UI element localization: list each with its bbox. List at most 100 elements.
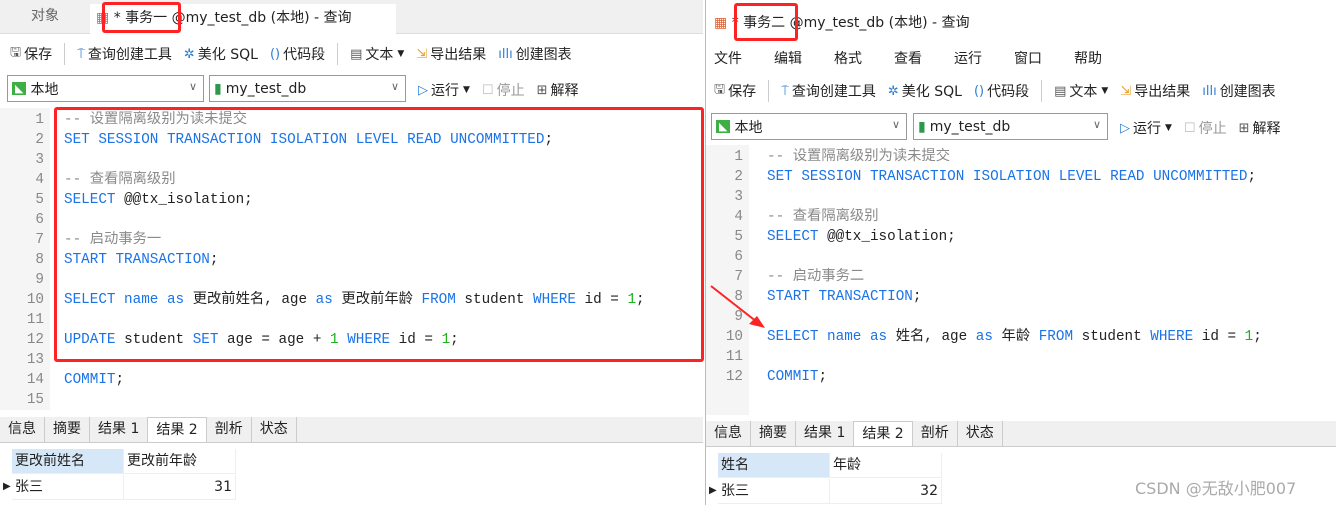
code-line: SET SESSION TRANSACTION ISOLATION LEVEL …: [767, 167, 1256, 187]
table-cell[interactable]: 31: [124, 475, 236, 500]
sql-text: ;: [1253, 329, 1262, 345]
snippet-button[interactable]: () 代码段: [968, 81, 1035, 101]
line-number: 11: [725, 349, 743, 365]
line-number: 6: [35, 212, 44, 228]
beautify-sql-button[interactable]: ✲ 美化 SQL: [882, 81, 968, 101]
menu-item[interactable]: 文件: [706, 48, 766, 72]
query-builder-button[interactable]: ⍑ 查询创建工具: [775, 81, 882, 101]
code-line: COMMIT;: [64, 370, 124, 390]
menu-item[interactable]: 格式: [826, 48, 886, 72]
label: 停止: [1198, 121, 1227, 137]
save-button[interactable]: 🖫 保存: [4, 43, 58, 65]
query-builder-button[interactable]: ⍑ 查询创建工具: [71, 44, 178, 64]
create-chart-button[interactable]: ıllı 创建图表: [1196, 81, 1281, 101]
label: 查询创建工具: [791, 84, 876, 100]
menu-item[interactable]: 帮助: [1066, 48, 1126, 72]
menu-item[interactable]: 编辑: [766, 48, 826, 72]
stop-button[interactable]: ☐ 停止: [476, 80, 531, 100]
snippet-button[interactable]: () 代码段: [264, 44, 331, 64]
export-button[interactable]: ⇲ 导出结果: [1114, 81, 1196, 101]
result-tabs: 信息 摘要 结果 1 结果 2 剖析 状态: [0, 417, 703, 443]
text-button[interactable]: ▤ 文本 ▼: [344, 44, 410, 64]
caret-down-icon: ▼: [1165, 123, 1172, 133]
beautify-sql-button[interactable]: ✲ 美化 SQL: [178, 44, 264, 64]
export-button[interactable]: ⇲ 导出结果: [410, 44, 492, 64]
column-header[interactable]: 年龄: [830, 453, 942, 478]
explain-button[interactable]: ⊞ 解释: [1233, 118, 1287, 138]
line-number: 6: [734, 249, 743, 265]
result-tabs: 信息 摘要 结果 1 结果 2 剖析 状态: [706, 421, 1336, 447]
result-tab[interactable]: 信息: [706, 421, 751, 446]
highlight-box-title-1: [102, 2, 181, 33]
label: 保存: [728, 84, 757, 100]
sql-keyword: COMMIT: [64, 372, 116, 388]
result-tab[interactable]: 结果 2: [854, 421, 913, 446]
label: my_test_db: [225, 80, 307, 97]
explain-button[interactable]: ⊞ 解释: [531, 80, 585, 100]
menu-item[interactable]: 运行: [946, 48, 1006, 72]
menu-item[interactable]: 查看: [886, 48, 946, 72]
play-icon: ▷: [418, 82, 428, 98]
table-cell[interactable]: 32: [830, 479, 942, 504]
column-header[interactable]: 更改前姓名: [12, 449, 124, 474]
result-tab[interactable]: 摘要: [751, 421, 796, 446]
result-tab[interactable]: 剖析: [207, 417, 252, 442]
result-tab[interactable]: 信息: [0, 417, 45, 442]
database-icon: ▮: [918, 118, 926, 135]
result-tab[interactable]: 结果 1: [90, 417, 149, 442]
label: 创建图表: [1219, 84, 1276, 100]
save-button[interactable]: 🖫 保存: [708, 80, 762, 102]
label: 查询创建工具: [87, 47, 172, 63]
mysql-icon: ◣: [716, 120, 731, 133]
chart-icon: ıllı: [1202, 83, 1217, 99]
result-tab[interactable]: 摘要: [45, 417, 90, 442]
text-button[interactable]: ▤ 文本 ▼: [1048, 81, 1114, 101]
connection-select[interactable]: ◣ 本地 ∨: [711, 113, 907, 140]
label: 本地: [734, 119, 763, 136]
line-number: 12: [725, 369, 743, 385]
result-tab[interactable]: 剖析: [913, 421, 958, 446]
table-cell[interactable]: 张三: [12, 475, 124, 500]
export-icon: ⇲: [416, 46, 428, 62]
sql-number: 1: [1244, 329, 1254, 345]
sql-text: student: [1073, 329, 1151, 345]
label: 本地: [30, 81, 59, 98]
sql-editor[interactable]: 1 2 3 4 5 6 7 8 9 10 11 12 -- 设置隔离级别为读未提交 SET SESSION…: [706, 145, 1336, 415]
run-toolbar: ▷ 运行 ▼ ☐ 停止 ⊞ 解释: [412, 76, 584, 104]
sql-keyword: WHERE: [1150, 329, 1194, 345]
code-line: SELECT @@tx_isolation;: [767, 227, 956, 247]
chevron-down-icon: ∨: [188, 80, 197, 93]
result-tab[interactable]: 结果 2: [148, 417, 207, 442]
column-header[interactable]: 姓名: [718, 453, 830, 478]
menu-item[interactable]: 窗口: [1006, 48, 1066, 72]
highlight-box-title-2: [734, 3, 798, 41]
sql-text: id =: [1193, 329, 1245, 345]
label: 美化 SQL: [901, 84, 962, 100]
connection-select[interactable]: ◣ 本地 ∨: [7, 75, 204, 102]
database-select[interactable]: ▮ my_test_db ∨: [209, 75, 406, 102]
tab-objects[interactable]: 对象: [0, 2, 90, 32]
database-select[interactable]: ▮ my_test_db ∨: [913, 113, 1108, 140]
toolbar: 🖫 保存 ⍑ 查询创建工具 ✲ 美化 SQL () 代码段 ▤ 文本 ▼ ⇲ 导出结果 ıll…: [708, 77, 1282, 105]
caret-down-icon: ▼: [1101, 86, 1109, 96]
sql-keyword: SET SESSION TRANSACTION ISOLATION LEVEL …: [767, 169, 1248, 185]
line-number: 7: [35, 232, 44, 248]
run-button[interactable]: ▷ 运行 ▼: [1114, 118, 1178, 138]
caret-down-icon: ▼: [463, 85, 470, 95]
result-tab[interactable]: 状态: [252, 417, 297, 442]
line-number: 12: [26, 332, 44, 348]
code-line: START TRANSACTION;: [767, 287, 921, 307]
right-query-window: ▦ * 事务二 @my_test_db (本地) - 查询 文件 编辑 格式 查看 运行…: [705, 0, 1336, 505]
label: 文本: [1069, 84, 1098, 100]
parentheses-icon: (): [269, 46, 281, 62]
result-tab[interactable]: 状态: [958, 421, 1003, 446]
stop-button[interactable]: ☐ 停止: [1178, 118, 1233, 138]
label: 文本: [365, 47, 394, 63]
result-tab[interactable]: 结果 1: [796, 421, 855, 446]
divider: [1041, 80, 1043, 102]
create-chart-button[interactable]: ıllı 创建图表: [492, 44, 577, 64]
label: my_test_db: [929, 118, 1011, 135]
run-button[interactable]: ▷ 运行 ▼: [412, 80, 476, 100]
column-header[interactable]: 更改前年龄: [124, 449, 236, 474]
table-cell[interactable]: 张三: [718, 479, 830, 504]
